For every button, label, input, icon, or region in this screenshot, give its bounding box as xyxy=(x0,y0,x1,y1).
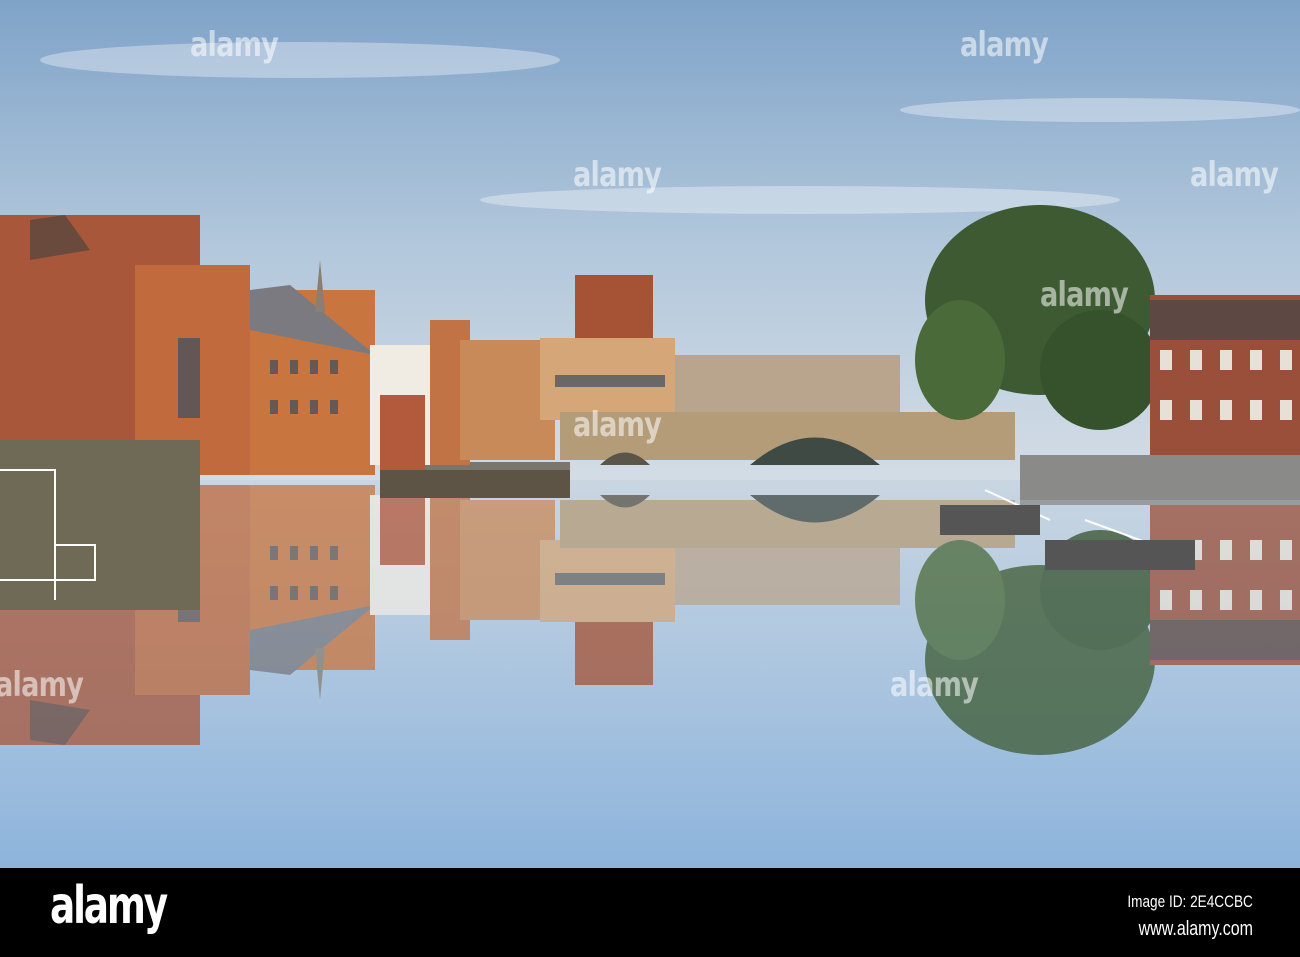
website-url: www.alamy.com xyxy=(1138,918,1253,940)
alamy-logo: alamy xyxy=(50,876,168,936)
watermark-text: alamy xyxy=(1190,155,1279,195)
watermark-text: alamy xyxy=(573,405,662,445)
footer-bar: alamy Image ID: 2E4CCBC www.alamy.com xyxy=(0,868,1300,957)
watermark-text: alamy xyxy=(190,25,279,65)
stock-photo: alamy alamy alamy alamy alamy alamy alam… xyxy=(0,0,1300,957)
watermark-text: alamy xyxy=(573,155,662,195)
watermark-text: alamy xyxy=(890,665,979,705)
watermark-text: alamy xyxy=(1040,275,1129,315)
image-id: Image ID: 2E4CCBC xyxy=(1127,892,1253,911)
watermark-text: alamy xyxy=(0,665,84,705)
watermark-text: alamy xyxy=(960,25,1049,65)
